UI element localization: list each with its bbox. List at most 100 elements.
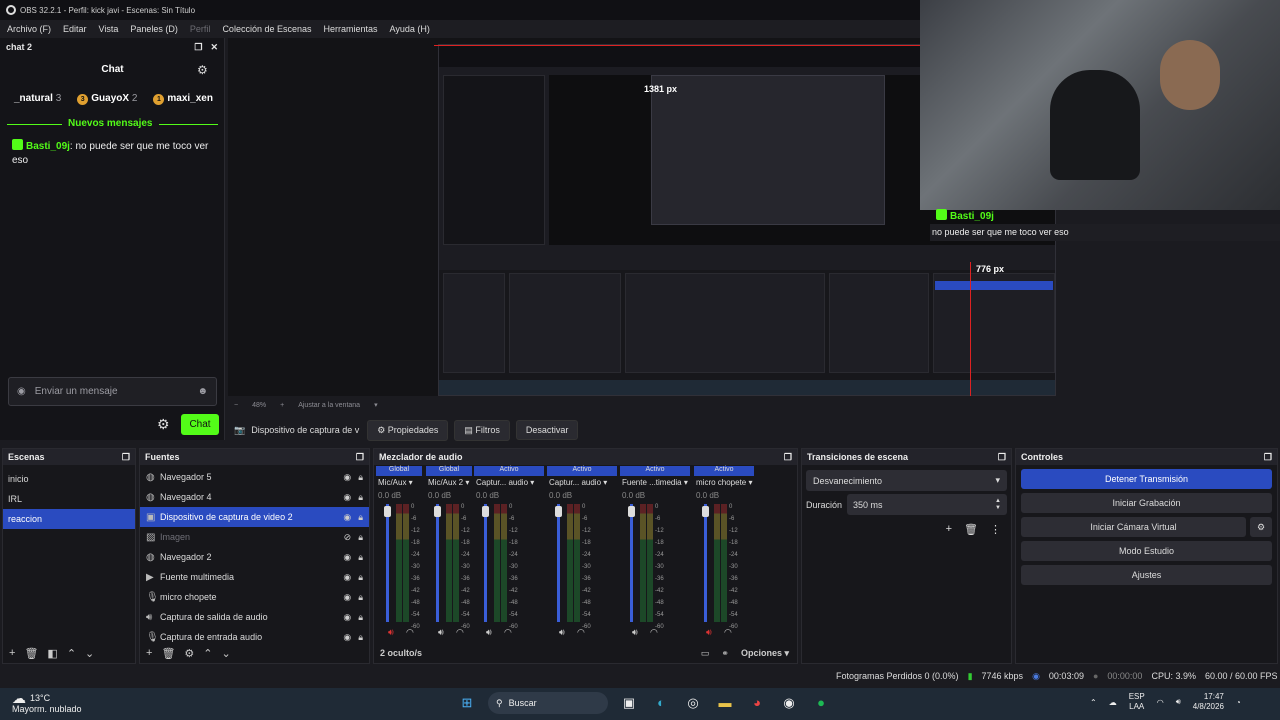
menu-editar[interactable]: Editar: [63, 24, 87, 34]
fader-knob[interactable]: [555, 506, 562, 517]
lock-icon[interactable]: 🔒︎: [358, 572, 363, 583]
deactivate-button[interactable]: Desactivar: [515, 420, 579, 440]
eye-icon[interactable]: ◉: [343, 552, 351, 563]
emoji-icon[interactable]: ☻: [197, 386, 208, 397]
source-item[interactable]: ◍ Navegador 5 ◉ 🔒︎: [140, 467, 369, 487]
chevron-up-icon[interactable]: ⌃: [203, 647, 212, 660]
menu-ayuda[interactable]: Ayuda (H): [390, 24, 430, 34]
menu-archivo[interactable]: Archivo (F): [7, 24, 51, 34]
chevron-down-icon[interactable]: ▾: [374, 401, 378, 409]
task-view-icon[interactable]: ▣: [618, 692, 640, 714]
add-icon[interactable]: +: [946, 523, 952, 536]
fader-knob[interactable]: [434, 506, 441, 517]
zoom-out-icon[interactable]: −: [234, 402, 238, 409]
source-item[interactable]: ◍ Navegador 2 ◉ 🔒︎: [140, 547, 369, 567]
volume-fader[interactable]: [386, 504, 389, 622]
float-icon[interactable]: ❐: [1264, 452, 1272, 463]
source-item[interactable]: ◍ Navegador 4 ◉ 🔒︎: [140, 487, 369, 507]
channel-name[interactable]: Captur... audio ▾: [549, 478, 607, 487]
channel-name[interactable]: Captur... audio ▾: [476, 478, 534, 487]
mute-icon[interactable]: 🔊︎: [438, 627, 444, 638]
menu-herramientas[interactable]: Herramientas: [324, 24, 378, 34]
gear-icon[interactable]: ⚙: [157, 416, 170, 433]
steam-icon[interactable]: ◎: [682, 692, 704, 714]
cloud-icon[interactable]: ☁: [1109, 698, 1117, 707]
options-button[interactable]: Opciones ▾: [741, 648, 789, 659]
lock-icon[interactable]: 🔒︎: [358, 552, 363, 563]
start-recording-button[interactable]: Iniciar Grabación: [1021, 493, 1272, 513]
fader-knob[interactable]: [384, 506, 391, 517]
headphones-icon[interactable]: ◠: [504, 627, 512, 638]
source-item[interactable]: 🔊︎ Captura de salida de audio ◉ 🔒︎: [140, 607, 369, 627]
studio-mode-button[interactable]: Modo Estudio: [1021, 541, 1272, 561]
eye-icon[interactable]: ◉: [343, 632, 351, 643]
link-icon[interactable]: ⚭: [721, 648, 729, 659]
menu-vista[interactable]: Vista: [99, 24, 119, 34]
spotify-icon[interactable]: ●: [810, 692, 832, 714]
fader-knob[interactable]: [702, 506, 709, 517]
chevron-up-icon[interactable]: ⌃: [67, 647, 76, 660]
eye-hidden-icon[interactable]: ⊘: [344, 532, 352, 543]
weather-widget[interactable]: ☁ 13°C Mayorm. nublado: [12, 691, 82, 715]
volume-fader[interactable]: [630, 504, 633, 622]
leader-item[interactable]: 1 maxi_xen: [153, 93, 213, 105]
eye-icon[interactable]: ◉: [343, 492, 351, 503]
volume-fader[interactable]: [704, 504, 707, 622]
source-item[interactable]: ▶ Fuente multimedia ◉ 🔒︎: [140, 567, 369, 587]
fader-knob[interactable]: [482, 506, 489, 517]
edge-icon[interactable]: ◐: [650, 692, 672, 714]
user-settings-icon[interactable]: ⚙: [197, 63, 208, 77]
menu-coleccion[interactable]: Colección de Escenas: [222, 24, 311, 34]
lock-icon[interactable]: 🔒︎: [358, 612, 363, 623]
source-item[interactable]: ▨ Imagen ⊘ 🔒︎: [140, 527, 369, 547]
volume-fader[interactable]: [436, 504, 439, 622]
eye-icon[interactable]: ◉: [343, 572, 351, 583]
mute-icon[interactable]: 🔊︎: [388, 627, 394, 638]
trash-icon[interactable]: 🗑: [161, 647, 175, 660]
stop-stream-button[interactable]: Detener Transmisión: [1021, 469, 1272, 489]
properties-button[interactable]: ⚙ Propiedades: [367, 419, 449, 441]
lock-icon[interactable]: 🔒︎: [358, 492, 363, 503]
channel-name[interactable]: Mic/Aux 2 ▾: [428, 478, 469, 487]
scene-item[interactable]: reaccion: [3, 509, 135, 529]
chrome-icon[interactable]: ◕: [746, 692, 768, 714]
more-icon[interactable]: ⋮: [990, 523, 1001, 536]
source-item[interactable]: ▣ Dispositivo de captura de video 2 ◉ 🔒︎: [140, 507, 369, 527]
leader-item[interactable]: 3 GuayoX 2: [77, 93, 137, 105]
gear-icon[interactable]: ⚙: [1250, 517, 1272, 537]
headphones-icon[interactable]: ◠: [456, 627, 464, 638]
headphones-icon[interactable]: ◠: [406, 627, 414, 638]
add-icon[interactable]: +: [9, 647, 15, 659]
windows-start-icon[interactable]: ⊞: [456, 692, 478, 714]
taskbar-search[interactable]: ⚲ Buscar: [488, 692, 608, 714]
menu-paneles[interactable]: Paneles (D): [130, 24, 178, 34]
filters-button[interactable]: ▤ Filtros: [454, 419, 510, 441]
gear-icon[interactable]: ⚙: [184, 647, 194, 660]
virtual-camera-button[interactable]: Iniciar Cámara Virtual: [1021, 517, 1246, 537]
chat-input[interactable]: ◉ Enviar un mensaje ☻: [8, 377, 217, 406]
channel-name[interactable]: micro chopete ▾: [696, 478, 753, 487]
float-icon[interactable]: ❐: [998, 452, 1006, 463]
folder-icon[interactable]: ▬: [714, 692, 736, 714]
lock-icon[interactable]: 🔒︎: [358, 532, 363, 543]
chevron-up-icon[interactable]: ⌃: [1090, 698, 1097, 707]
obs-icon[interactable]: ◉: [778, 692, 800, 714]
float-icon[interactable]: ❐: [122, 452, 130, 463]
channel-name[interactable]: Mic/Aux ▾: [378, 478, 413, 487]
scene-item[interactable]: inicio: [3, 469, 135, 489]
duration-input[interactable]: 350 ms ▲ ▼: [847, 494, 1007, 515]
chevron-down-icon[interactable]: ⌄: [222, 647, 231, 660]
fader-knob[interactable]: [628, 506, 635, 517]
add-icon[interactable]: +: [146, 647, 152, 659]
headphones-icon[interactable]: ◠: [724, 627, 732, 638]
chat-send-button[interactable]: Chat: [181, 414, 219, 435]
lock-icon[interactable]: 🔒︎: [358, 472, 363, 483]
trash-icon[interactable]: 🗑: [24, 647, 38, 660]
leader-item[interactable]: _natural 3: [14, 93, 61, 105]
language[interactable]: ESP LAA: [1129, 692, 1145, 712]
volume-fader[interactable]: [484, 504, 487, 622]
settings-button[interactable]: Ajustes: [1021, 565, 1272, 585]
mute-icon[interactable]: 🔊︎: [706, 627, 712, 638]
wifi-icon[interactable]: ◠: [1157, 698, 1164, 707]
mute-icon[interactable]: 🔊︎: [632, 627, 638, 638]
